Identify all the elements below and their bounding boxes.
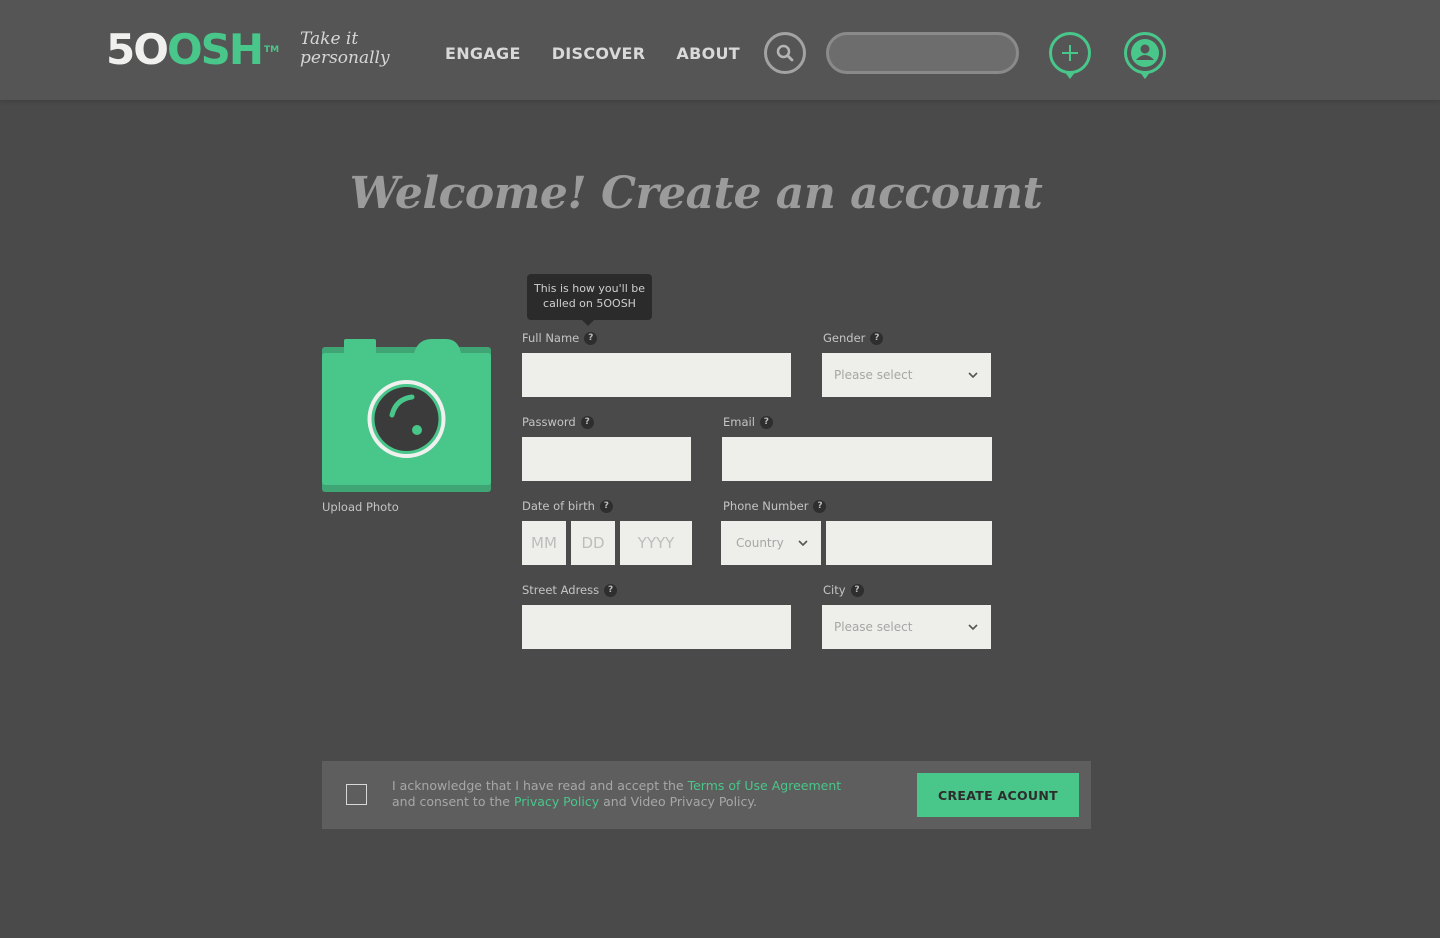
brand-logo[interactable]: 5O OSH TM <box>106 28 279 72</box>
dob-label-text: Date of birth <box>522 499 595 513</box>
terms-line2: and consent to the Privacy Policy and Vi… <box>392 794 841 810</box>
add-pin-icon <box>1049 32 1091 79</box>
upload-photo-button[interactable] <box>322 339 491 492</box>
terms-text-3: and Video Privacy Policy. <box>599 794 757 809</box>
logo-part1: 5O <box>106 25 169 74</box>
city-select[interactable]: Please select <box>822 605 991 649</box>
phone-label-text: Phone Number <box>723 499 809 513</box>
gender-select[interactable]: Please select <box>822 353 991 397</box>
dob-month-field[interactable] <box>522 521 566 565</box>
nav-engage[interactable]: ENGAGE <box>445 44 521 63</box>
nav-discover[interactable]: DISCOVER <box>552 44 646 63</box>
top-header: 5O OSH TM Take it personally ENGAGE DISCOV… <box>0 0 1440 100</box>
terms-checkbox[interactable] <box>346 784 367 805</box>
full-name-field[interactable] <box>522 353 791 397</box>
nav-about[interactable]: ABOUT <box>676 44 740 63</box>
password-field[interactable] <box>522 437 691 481</box>
help-icon[interactable]: ? <box>870 331 884 345</box>
profile-pin-icon <box>1124 32 1166 79</box>
add-button[interactable] <box>1048 31 1092 81</box>
gender-label-text: Gender <box>823 331 866 345</box>
password-label-text: Password <box>522 415 576 429</box>
street-address-field[interactable] <box>522 605 791 649</box>
brand-tagline: Take it personally <box>300 30 390 68</box>
gender-select-value: Please select <box>834 368 913 382</box>
street-label: Street Adress ? <box>522 583 618 597</box>
main-nav: ENGAGE DISCOVER ABOUT <box>445 44 740 63</box>
tagline-line1: Take it <box>300 29 359 49</box>
city-select-value: Please select <box>834 620 913 634</box>
create-account-button[interactable]: CREATE ACOUNT <box>917 773 1079 817</box>
dob-day-field[interactable] <box>571 521 615 565</box>
camera-icon <box>322 339 491 492</box>
terms-line1: I acknowledge that I have read and accep… <box>392 778 841 794</box>
search-button[interactable] <box>764 32 806 74</box>
help-icon[interactable]: ? <box>599 499 613 513</box>
full-name-label-text: Full Name <box>522 331 580 345</box>
privacy-policy-link[interactable]: Privacy Policy <box>514 794 599 809</box>
help-icon[interactable]: ? <box>813 499 827 513</box>
tagline-line2: personally <box>300 48 390 68</box>
logo-part2: OSH <box>166 25 264 74</box>
profile-button[interactable] <box>1123 31 1167 81</box>
email-label: Email ? <box>723 415 773 429</box>
phone-label: Phone Number ? <box>723 499 827 513</box>
password-label: Password ? <box>522 415 594 429</box>
terms-of-use-link[interactable]: Terms of Use Agreement <box>688 778 842 793</box>
help-icon[interactable]: ? <box>850 583 864 597</box>
help-icon[interactable]: ? <box>580 415 594 429</box>
city-label: City ? <box>823 583 864 597</box>
country-code-select[interactable]: Country <box>721 521 821 565</box>
help-icon[interactable]: ? <box>584 331 598 345</box>
email-label-text: Email <box>723 415 755 429</box>
dob-label: Date of birth ? <box>522 499 613 513</box>
country-select-value: Country <box>736 536 784 550</box>
help-icon[interactable]: ? <box>759 415 773 429</box>
search-input[interactable] <box>826 32 1019 74</box>
page-title: Welcome! Create an account <box>349 168 1043 219</box>
email-field[interactable] <box>722 437 992 481</box>
upload-photo-label: Upload Photo <box>322 500 399 514</box>
logo-trademark: TM <box>264 45 280 55</box>
gender-label: Gender ? <box>823 331 884 345</box>
tooltip-line2: called on 5OOSH <box>543 297 636 310</box>
terms-text-1: I acknowledge that I have read and accep… <box>392 778 688 793</box>
terms-bar: I acknowledge that I have read and accep… <box>322 761 1091 829</box>
full-name-tooltip: This is how you'll be called on 5OOSH <box>527 274 652 326</box>
chevron-down-icon <box>968 372 978 379</box>
street-label-text: Street Adress <box>522 583 600 597</box>
terms-text: I acknowledge that I have read and accep… <box>392 778 841 810</box>
search-icon <box>776 44 794 62</box>
full-name-label: Full Name ? <box>522 331 598 345</box>
help-icon[interactable]: ? <box>604 583 618 597</box>
chevron-down-icon <box>798 540 808 547</box>
city-label-text: City <box>823 583 846 597</box>
phone-number-field[interactable] <box>826 521 992 565</box>
chevron-down-icon <box>968 624 978 631</box>
tooltip-line1: This is how you'll be <box>533 282 646 295</box>
terms-text-2: and consent to the <box>392 794 514 809</box>
dob-year-field[interactable] <box>620 521 692 565</box>
